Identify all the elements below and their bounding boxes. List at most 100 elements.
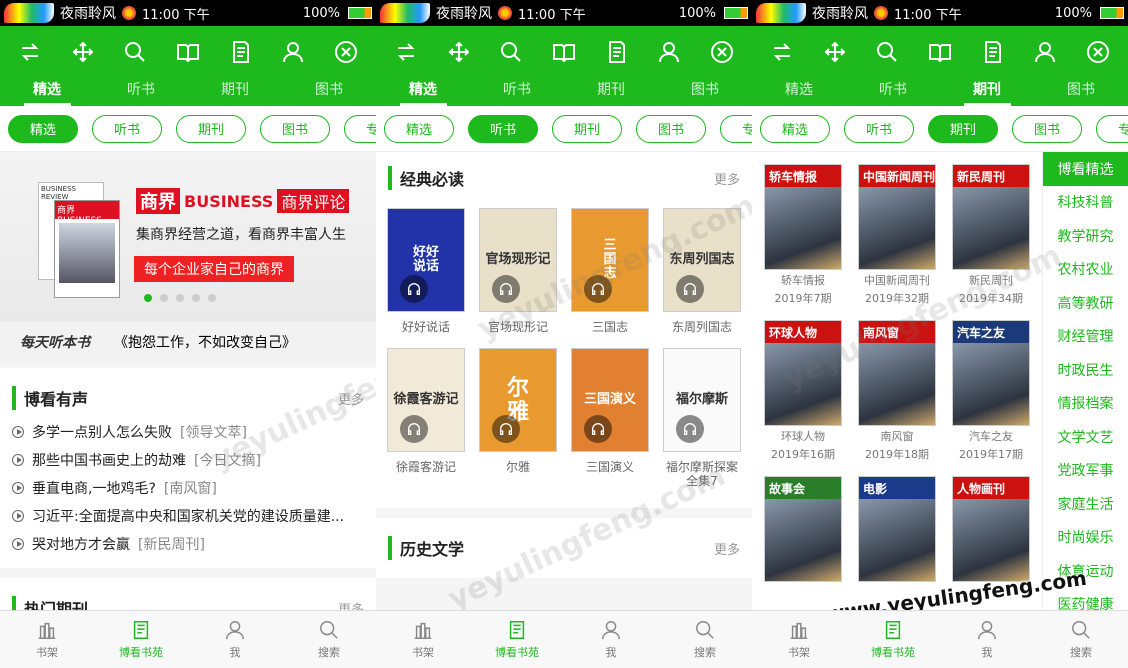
more-link[interactable]: 更多 <box>714 539 740 558</box>
category-item[interactable]: 高等教研 <box>1043 286 1128 320</box>
move-button[interactable] <box>444 37 474 67</box>
chip-periodical[interactable]: 期刊 <box>176 114 246 143</box>
nav-bookshelf[interactable]: 书架 <box>752 611 846 668</box>
tab-featured[interactable]: 精选 <box>0 78 94 106</box>
category-item[interactable]: 教学研究 <box>1043 219 1128 253</box>
tab-audiobook[interactable]: 听书 <box>94 78 188 106</box>
list-item[interactable]: 垂直电商,一地鸡毛? [南风窗] <box>12 474 364 502</box>
close-button[interactable] <box>331 37 361 67</box>
tab-audiobook[interactable]: 听书 <box>470 78 564 106</box>
category-item[interactable]: 科技科普 <box>1043 186 1128 220</box>
category-item[interactable]: 博看精选 <box>1043 152 1128 186</box>
magazine-item[interactable]: 南风窗 南风窗 2019年18期 <box>858 320 936 462</box>
user-button[interactable] <box>1030 37 1060 67</box>
chip-featured[interactable]: 精选 <box>760 114 830 143</box>
book-item[interactable]: 东周列国志 东周列国志 <box>663 208 741 334</box>
search-button[interactable] <box>496 37 526 67</box>
nav-me[interactable]: 我 <box>188 611 282 668</box>
nav-me[interactable]: 我 <box>940 611 1034 668</box>
book-item[interactable]: 三国演义 三国演义 <box>571 348 649 488</box>
book-item[interactable]: 尔 雅尔雅 <box>479 348 557 488</box>
tab-periodical[interactable]: 期刊 <box>564 78 658 106</box>
swap-button[interactable] <box>767 37 797 67</box>
magazine-item[interactable]: 中国新闻周刊 中国新闻周刊 2019年32期 <box>858 164 936 306</box>
close-button[interactable] <box>1083 37 1113 67</box>
promo-banner[interactable]: BUSINESS REVIEW 商界BUSINESS 商界 BUSINESS 商… <box>0 152 376 322</box>
magazine-item[interactable]: 轿车情报 轿车情报 2019年7期 <box>764 164 842 306</box>
move-button[interactable] <box>68 37 98 67</box>
book-item[interactable]: 福尔摩斯 福尔摩斯探案全集7 <box>663 348 741 488</box>
list-item[interactable]: 习近平:全面提高中央和国家机关党的建设质量建... <box>12 502 364 530</box>
category-item[interactable]: 时政民生 <box>1043 353 1128 387</box>
chip-audiobook[interactable]: 听书 <box>844 114 914 143</box>
magazine-item[interactable]: 电影 <box>858 476 936 590</box>
book-item[interactable]: 官场现形记 官场现形记 <box>479 208 557 334</box>
nav-me[interactable]: 我 <box>564 611 658 668</box>
magazine-item[interactable]: 汽车之友 汽车之友 2019年17期 <box>952 320 1030 462</box>
magazine-item[interactable]: 新民周刊 新民周刊 2019年34期 <box>952 164 1030 306</box>
book-item[interactable]: 三 国 志三国志 <box>571 208 649 334</box>
category-item[interactable]: 情报档案 <box>1043 387 1128 421</box>
swap-button[interactable] <box>391 37 421 67</box>
tab-periodical[interactable]: 期刊 <box>188 78 282 106</box>
document-button[interactable] <box>602 37 632 67</box>
tab-periodical[interactable]: 期刊 <box>940 78 1034 106</box>
more-link[interactable]: 更多 <box>338 389 364 408</box>
daily-book[interactable]: 每天听本书 《抱怨工作，不如改变自己》 <box>0 322 376 362</box>
nav-search[interactable]: 搜索 <box>658 611 752 668</box>
chip-books[interactable]: 图书 <box>636 114 706 143</box>
nav-search[interactable]: 搜索 <box>282 611 376 668</box>
tab-featured[interactable]: 精选 <box>752 78 846 106</box>
chip-periodical[interactable]: 期刊 <box>928 114 998 143</box>
nav-bookshelf[interactable]: 书架 <box>0 611 94 668</box>
search-button[interactable] <box>120 37 150 67</box>
chip-periodical[interactable]: 期刊 <box>552 114 622 143</box>
category-item[interactable]: 财经管理 <box>1043 320 1128 354</box>
swap-button[interactable] <box>15 37 45 67</box>
book-item[interactable]: 好好 说话 好好说话 <box>387 208 465 334</box>
category-item[interactable]: 家庭生活 <box>1043 487 1128 521</box>
nav-bookstore[interactable]: 博看书苑 <box>94 611 188 668</box>
book-button[interactable] <box>549 37 579 67</box>
tab-books[interactable]: 图书 <box>658 78 752 106</box>
chip-topics[interactable]: 专题 <box>720 114 752 143</box>
book-button[interactable] <box>173 37 203 67</box>
close-button[interactable] <box>707 37 737 67</box>
category-item[interactable]: 文学文艺 <box>1043 420 1128 454</box>
chip-featured[interactable]: 精选 <box>384 114 454 143</box>
list-item[interactable]: 那些中国书画史上的劫难 [今日文摘] <box>12 446 364 474</box>
document-button[interactable] <box>978 37 1008 67</box>
magazine-item[interactable]: 故事会 <box>764 476 842 590</box>
category-item[interactable]: 党政军事 <box>1043 454 1128 488</box>
nav-bookstore[interactable]: 博看书苑 <box>846 611 940 668</box>
document-button[interactable] <box>226 37 256 67</box>
book-item[interactable]: 徐霞客游记 徐霞客游记 <box>387 348 465 488</box>
chip-topics[interactable]: 专题 <box>344 114 376 143</box>
list-item[interactable]: 哭对地方才会赢 [新民周刊] <box>12 530 364 558</box>
chip-featured[interactable]: 精选 <box>8 114 78 143</box>
search-button[interactable] <box>872 37 902 67</box>
user-button[interactable] <box>278 37 308 67</box>
tab-audiobook[interactable]: 听书 <box>846 78 940 106</box>
tab-books[interactable]: 图书 <box>282 78 376 106</box>
book-button[interactable] <box>925 37 955 67</box>
magazine-item[interactable]: 环球人物 环球人物 2019年16期 <box>764 320 842 462</box>
nav-bookshelf[interactable]: 书架 <box>376 611 470 668</box>
chip-topics[interactable]: 专题 <box>1096 114 1128 143</box>
chip-books[interactable]: 图书 <box>1012 114 1082 143</box>
nav-search[interactable]: 搜索 <box>1034 611 1128 668</box>
move-button[interactable] <box>820 37 850 67</box>
user-icon <box>1035 42 1056 63</box>
chip-audiobook[interactable]: 听书 <box>92 114 162 143</box>
chip-books[interactable]: 图书 <box>260 114 330 143</box>
tab-featured[interactable]: 精选 <box>376 78 470 106</box>
more-link[interactable]: 更多 <box>714 169 740 188</box>
category-item[interactable]: 时尚娱乐 <box>1043 521 1128 555</box>
tab-books[interactable]: 图书 <box>1034 78 1128 106</box>
list-item[interactable]: 多学一点别人怎么失败 [领导文萃] <box>12 418 364 446</box>
user-button[interactable] <box>654 37 684 67</box>
magazine-item[interactable]: 人物画刊 <box>952 476 1030 590</box>
chip-audiobook[interactable]: 听书 <box>468 114 538 143</box>
nav-bookstore[interactable]: 博看书苑 <box>470 611 564 668</box>
category-item[interactable]: 农村农业 <box>1043 253 1128 287</box>
